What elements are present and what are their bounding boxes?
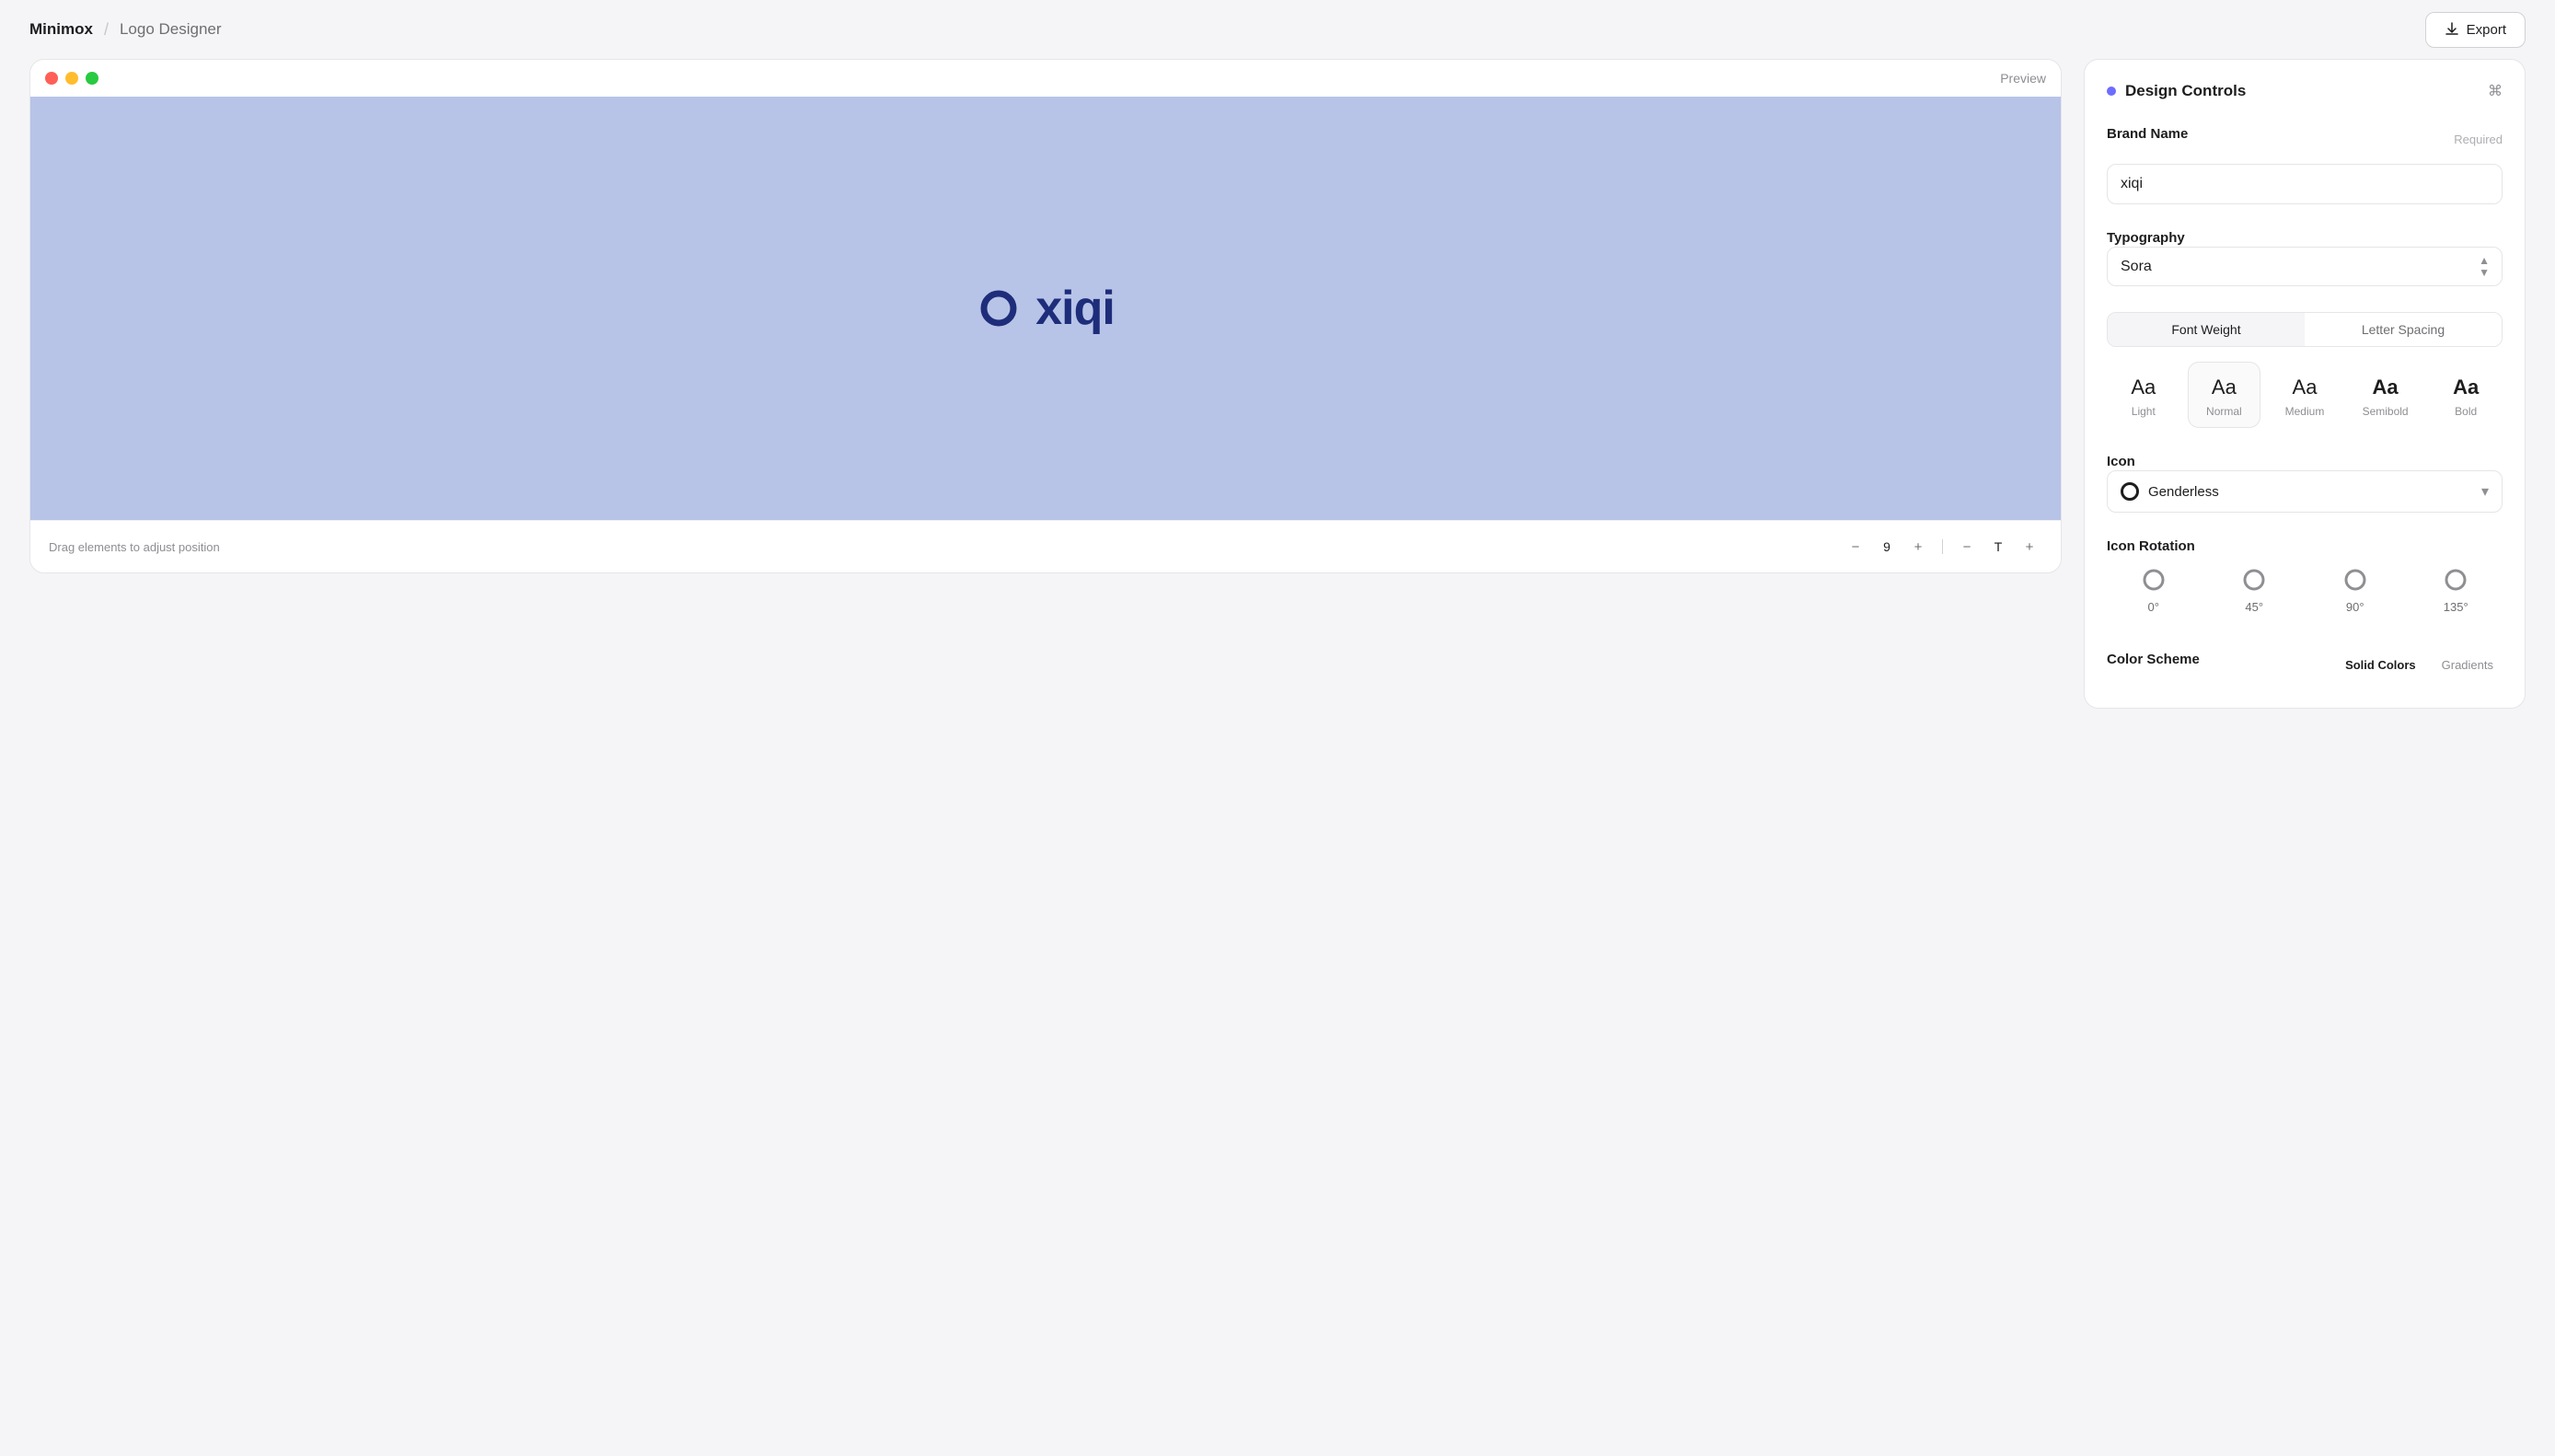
dot-minimize — [65, 72, 78, 85]
icon-dropdown-left: Genderless — [2121, 482, 2219, 501]
fw-aa-bold: Aa — [2453, 376, 2479, 399]
export-button[interactable]: Export — [2425, 12, 2526, 48]
export-icon — [2445, 22, 2459, 37]
main-content: Preview xiqi Drag elements to adjust pos… — [0, 59, 2555, 738]
rotation-0-icon — [2141, 567, 2167, 593]
icon-value: Genderless — [2148, 484, 2219, 500]
fw-label-light: Light — [2132, 405, 2156, 418]
preview-header: Preview — [30, 60, 2061, 97]
font-weight-section: Font Weight Letter Spacing Aa Light Aa N… — [2107, 312, 2503, 428]
logo-display: xiqi — [977, 281, 1115, 336]
rotation-90-icon — [2342, 567, 2368, 593]
rotation-45[interactable]: 45° — [2208, 555, 2302, 626]
preview-panel: Preview xiqi Drag elements to adjust pos… — [29, 59, 2062, 573]
fw-label-bold: Bold — [2455, 405, 2477, 418]
fw-label-medium: Medium — [2285, 405, 2325, 418]
typography-label: Typography — [2107, 230, 2185, 246]
fw-aa-normal: Aa — [2212, 376, 2237, 399]
brand-name-label: Brand Name — [2107, 126, 2188, 142]
footer-divider — [1942, 539, 1943, 554]
brand-name-required: Required — [2454, 133, 2503, 146]
logo-icon-svg — [977, 286, 1021, 330]
rotation-0[interactable]: 0° — [2107, 555, 2201, 626]
icon-rotation-section: Icon Rotation 0° 45° — [2107, 538, 2503, 626]
fw-tab-bar: Font Weight Letter Spacing — [2107, 312, 2503, 347]
color-scheme-tabs: Solid Colors Gradients — [2336, 654, 2503, 676]
size-decrease-button[interactable]: − — [1843, 534, 1868, 560]
text-size-increase-button[interactable]: + — [2017, 534, 2042, 560]
rotation-135-icon — [2443, 567, 2468, 593]
icon-dropdown[interactable]: Genderless ▾ — [2107, 470, 2503, 513]
window-dots — [45, 72, 98, 85]
footer-controls: − 9 + − T + — [1843, 534, 2042, 560]
preview-label: Preview — [2000, 71, 2046, 86]
rotation-90[interactable]: 90° — [2308, 555, 2402, 626]
rotation-135-label: 135° — [2444, 600, 2468, 614]
fw-option-normal[interactable]: Aa Normal — [2188, 362, 2261, 428]
separator: / — [104, 20, 109, 40]
fw-label-normal: Normal — [2206, 405, 2242, 418]
icon-section: Icon Genderless ▾ — [2107, 454, 2503, 513]
font-select-wrapper: Sora Inter Roboto Poppins ▲ ▼ — [2107, 247, 2503, 286]
cmd-badge: ⌘ — [2488, 82, 2503, 100]
text-label: T — [1989, 539, 2007, 554]
letter-spacing-tab[interactable]: Letter Spacing — [2305, 313, 2502, 346]
rotation-options: 0° 45° 90° — [2107, 555, 2503, 626]
rotation-135[interactable]: 135° — [2410, 555, 2503, 626]
dot-maximize — [86, 72, 98, 85]
rotation-0-label: 0° — [2148, 600, 2159, 614]
icon-rotation-label: Icon Rotation — [2107, 538, 2195, 554]
color-scheme-header: Color Scheme Solid Colors Gradients — [2107, 652, 2503, 678]
preview-canvas[interactable]: xiqi — [30, 97, 2061, 520]
size-value: 9 — [1878, 539, 1896, 554]
icon-circle-preview — [2121, 482, 2139, 501]
panel-header: Design Controls ⌘ — [2107, 82, 2503, 100]
fw-label-semibold: Semibold — [2363, 405, 2409, 418]
fw-option-bold[interactable]: Aa Bold — [2429, 362, 2503, 428]
font-select[interactable]: Sora Inter Roboto Poppins — [2107, 247, 2503, 286]
app-name: Minimox — [29, 20, 93, 39]
fw-aa-semibold: Aa — [2373, 376, 2399, 399]
topbar-left: Minimox / Logo Designer — [29, 20, 222, 40]
font-weight-options: Aa Light Aa Normal Aa Medium Aa Semibold… — [2107, 362, 2503, 428]
drag-hint: Drag elements to adjust position — [49, 540, 220, 554]
brand-name-input[interactable] — [2107, 164, 2503, 204]
text-size-decrease-button[interactable]: − — [1954, 534, 1980, 560]
panel-title: Design Controls — [2125, 82, 2246, 100]
icon-label: Icon — [2107, 454, 2135, 469]
brand-name-section: Brand Name Required — [2107, 126, 2503, 204]
logo-text: xiqi — [1035, 281, 1115, 336]
chevron-down-icon: ▾ — [2481, 482, 2489, 501]
fw-option-light[interactable]: Aa Light — [2107, 362, 2180, 428]
panel-dot — [2107, 87, 2116, 96]
panel-title-row: Design Controls — [2107, 82, 2246, 100]
rotation-45-label: 45° — [2245, 600, 2263, 614]
typography-section: Typography Sora Inter Roboto Poppins ▲ ▼ — [2107, 230, 2503, 286]
font-weight-tab[interactable]: Font Weight — [2108, 313, 2305, 346]
rotation-45-icon — [2241, 567, 2267, 593]
dot-close — [45, 72, 58, 85]
page-title: Logo Designer — [120, 20, 222, 39]
design-controls-panel: Design Controls ⌘ Brand Name Required Ty… — [2084, 59, 2526, 709]
gradients-tab[interactable]: Gradients — [2433, 654, 2503, 676]
topbar: Minimox / Logo Designer Export — [0, 0, 2555, 59]
size-increase-button[interactable]: + — [1905, 534, 1931, 560]
fw-option-semibold[interactable]: Aa Semibold — [2349, 362, 2422, 428]
color-scheme-label: Color Scheme — [2107, 652, 2200, 667]
fw-option-medium[interactable]: Aa Medium — [2268, 362, 2341, 428]
preview-footer: Drag elements to adjust position − 9 + −… — [30, 520, 2061, 572]
solid-colors-tab[interactable]: Solid Colors — [2336, 654, 2425, 676]
fw-aa-medium: Aa — [2293, 376, 2318, 399]
rotation-90-label: 90° — [2346, 600, 2364, 614]
brand-name-header: Brand Name Required — [2107, 126, 2503, 153]
color-scheme-section: Color Scheme Solid Colors Gradients — [2107, 652, 2503, 686]
fw-aa-light: Aa — [2131, 376, 2156, 399]
